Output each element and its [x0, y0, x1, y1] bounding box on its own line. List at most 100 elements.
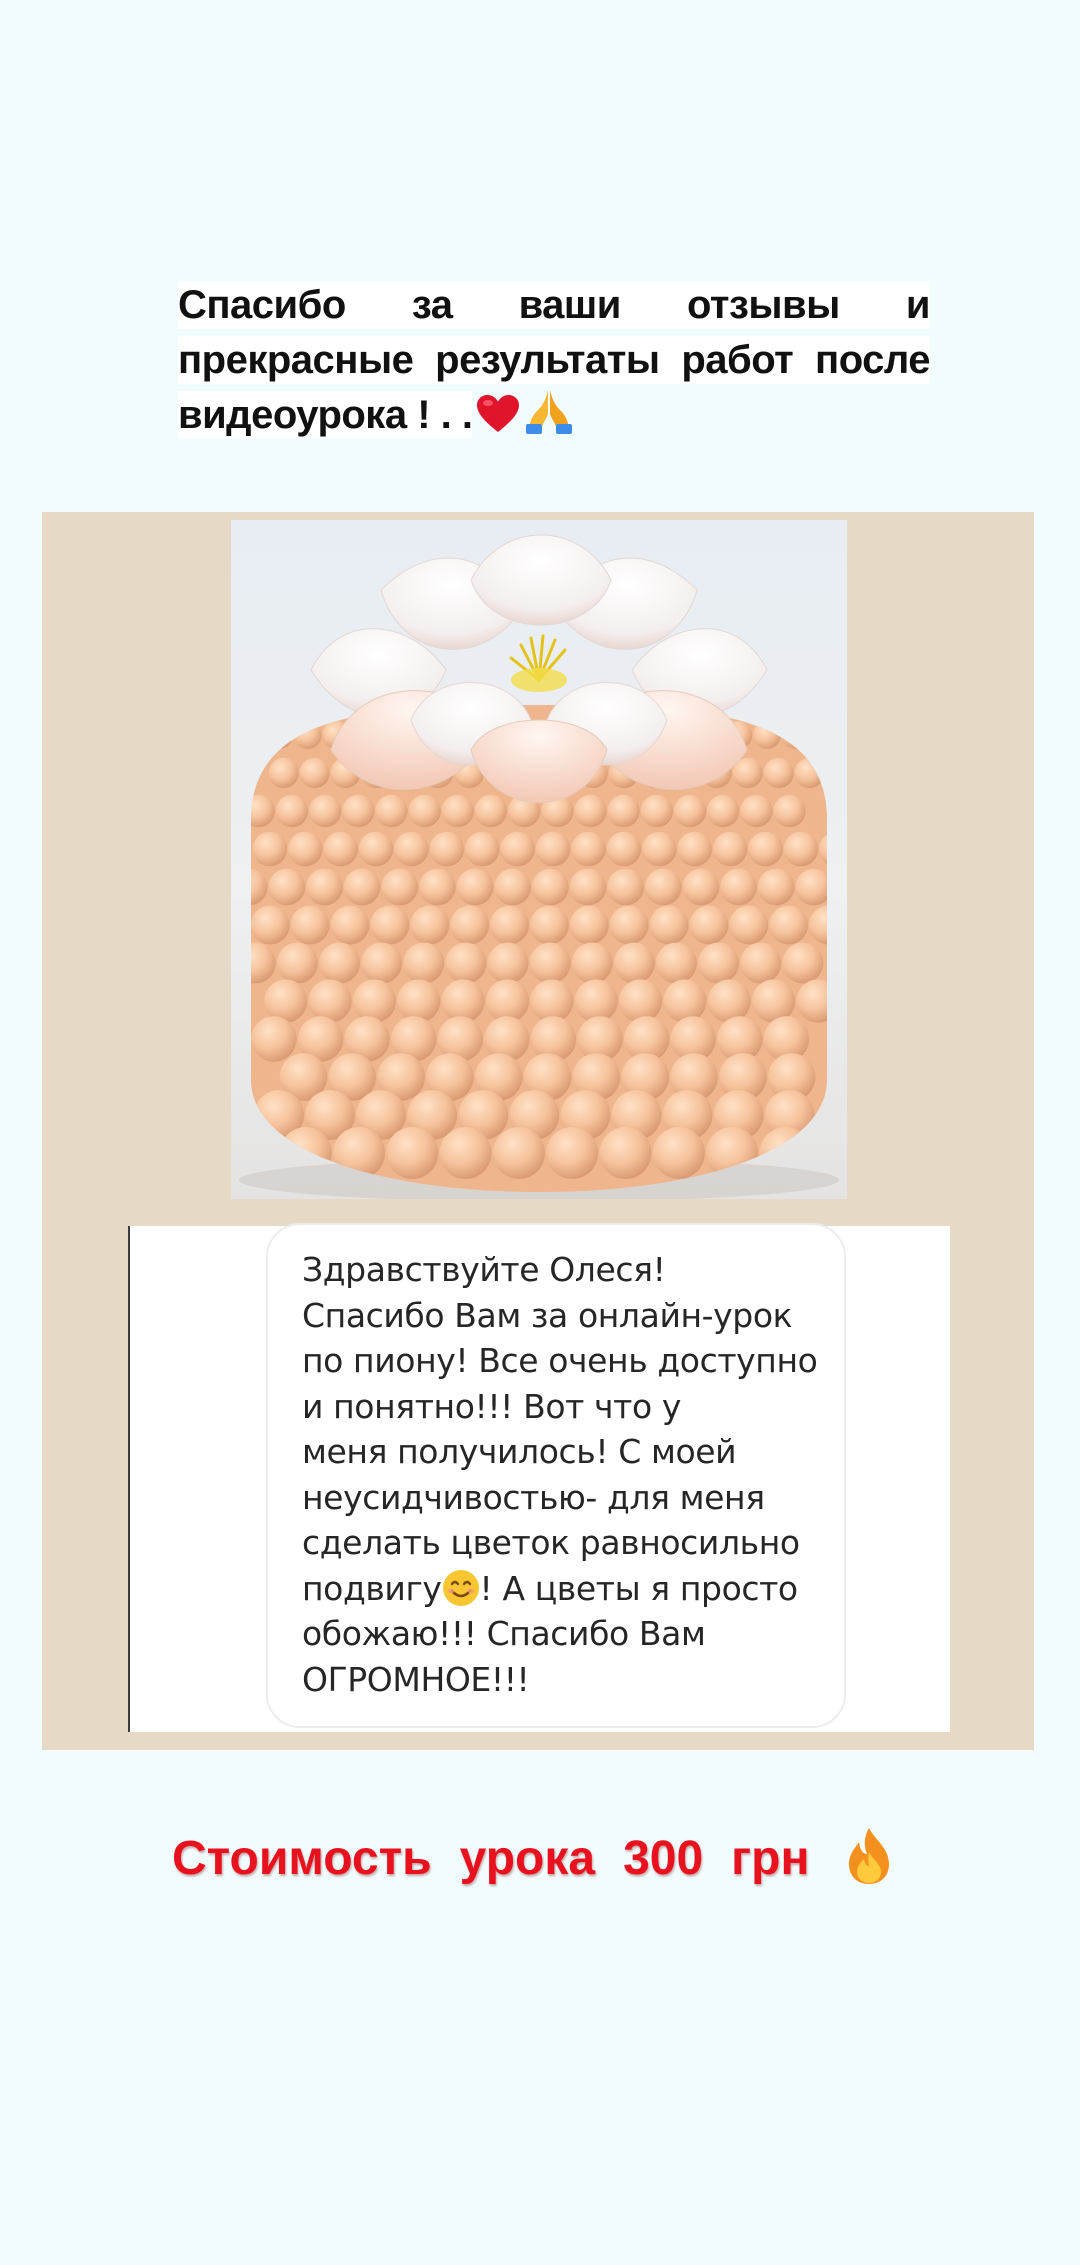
- cake-ball: [740, 942, 782, 984]
- cake-ball: [763, 757, 794, 789]
- story-caption: Спасибо за ваши отзывы и прекрасные резу…: [178, 278, 931, 449]
- cake-ball: [308, 979, 352, 1023]
- cake-ball: [707, 979, 751, 1023]
- cake-ball: [293, 721, 322, 749]
- cake-ball: [361, 942, 403, 984]
- cake-ball: [464, 831, 500, 867]
- praying-hands-icon: [524, 388, 574, 449]
- cake-ball: [474, 794, 508, 828]
- cake-ball: [370, 905, 410, 945]
- cake-ball: [429, 831, 465, 867]
- cake-ball: [607, 868, 644, 906]
- cake-ball: [251, 794, 275, 828]
- cake-ball: [652, 1127, 705, 1179]
- cake-ball: [698, 942, 739, 984]
- cake-ball: [264, 979, 308, 1023]
- cake-ball: [492, 1127, 545, 1179]
- cake-ball: [663, 979, 707, 1023]
- cake-ball: [781, 721, 810, 749]
- cake-ball: [569, 868, 607, 906]
- cake-ball: [571, 831, 606, 867]
- cake-ball: [394, 831, 429, 867]
- price-word-lesson: урока: [459, 1832, 596, 1885]
- cake-ball: [268, 757, 299, 789]
- cake-ball: [343, 868, 381, 906]
- cake-ball: [748, 831, 783, 867]
- price-currency: грн: [731, 1832, 810, 1885]
- cake-ball: [290, 905, 330, 945]
- cake-ball: [265, 721, 293, 749]
- cake-ball: [287, 831, 323, 867]
- cake-ball: [649, 905, 689, 945]
- cake-ball: [720, 868, 757, 906]
- cake-ball: [251, 905, 290, 945]
- cake-ball: [682, 868, 720, 906]
- cake-ball: [796, 979, 827, 1023]
- cake-ball: [740, 794, 773, 828]
- cake-ball: [251, 942, 276, 984]
- cake-ball: [441, 794, 474, 828]
- cake-ball: [381, 868, 419, 906]
- cake-ball: [251, 868, 268, 906]
- cake-ball: [342, 794, 375, 828]
- cake-ball: [773, 794, 806, 828]
- cake-ball: [752, 721, 781, 749]
- cake-ball: [599, 1127, 652, 1179]
- cake-ball: [323, 831, 358, 867]
- cake-ball: [607, 794, 640, 828]
- cake-ball: [571, 942, 613, 984]
- cake-ball: [485, 979, 530, 1023]
- cake-ball: [644, 868, 682, 906]
- cake-ball: [769, 905, 809, 945]
- cake-ball: [358, 831, 394, 867]
- cake-ball: [403, 942, 445, 984]
- price-word-cost: Стоимость: [172, 1832, 432, 1885]
- cake-ball: [574, 979, 618, 1023]
- cake-ball: [640, 794, 673, 828]
- cake-ball: [609, 905, 649, 945]
- price-line: Стоимость урока 300 грн: [172, 1826, 932, 1889]
- cake-ball: [268, 868, 306, 906]
- cake-ball: [330, 905, 370, 945]
- cake-ball: [809, 905, 827, 945]
- cake-ball: [757, 868, 795, 906]
- cake-ball: [642, 831, 677, 867]
- cake-ball: [410, 905, 450, 945]
- cake-ball: [673, 794, 707, 828]
- cake-ball: [251, 1016, 297, 1062]
- cake-ball: [530, 979, 574, 1023]
- cake-ball: [441, 979, 485, 1023]
- cake-ball: [729, 905, 769, 945]
- cake-ball: [606, 831, 642, 867]
- cake-ball: [386, 1127, 439, 1179]
- cake-ball: [546, 1127, 599, 1179]
- cake-ball: [677, 831, 712, 867]
- review-message: Здравствуйте Олеся! Спасибо Вам за онлай…: [302, 1247, 842, 1702]
- cake-ball: [397, 979, 441, 1023]
- cake-ball: [445, 942, 487, 984]
- cake-ball: [489, 905, 529, 945]
- cake-ball: [299, 757, 330, 789]
- cake-ball: [655, 942, 697, 984]
- cake-ball: [252, 831, 288, 867]
- story-canvas: Спасибо за ваши отзывы и прекрасные резу…: [0, 0, 1080, 2265]
- cake-ball: [308, 794, 342, 828]
- cake-ball: [276, 942, 318, 984]
- cake-ball: [408, 794, 441, 828]
- cake-ball: [352, 979, 396, 1023]
- heart-icon: [476, 394, 520, 449]
- cake-ball: [529, 905, 569, 945]
- cake-ball: [535, 831, 571, 867]
- cake-ball: [794, 757, 825, 789]
- cake-ball: [450, 905, 490, 945]
- fire-icon: [845, 1826, 893, 1886]
- cake-ball: [618, 979, 663, 1023]
- cake-ball: [569, 905, 609, 945]
- cake-ball: [706, 794, 740, 828]
- cake-ball: [689, 905, 729, 945]
- review-text-part1: Здравствуйте Олеся! Спасибо Вам за онлай…: [302, 1250, 818, 1608]
- cake-ball: [613, 942, 655, 984]
- cake-ball: [782, 942, 824, 984]
- cake-ball: [494, 868, 531, 906]
- cake-ball: [375, 794, 408, 828]
